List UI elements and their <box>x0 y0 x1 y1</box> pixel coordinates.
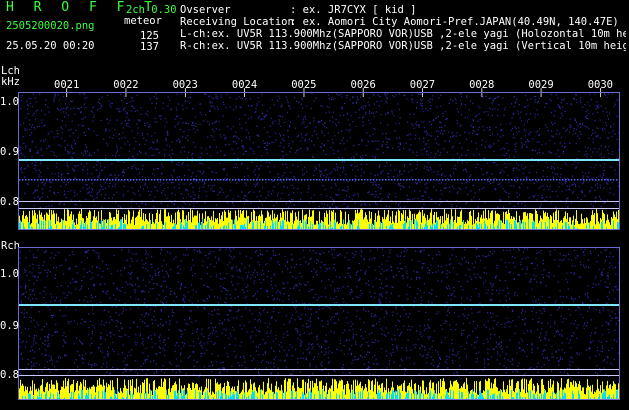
reference-line <box>19 208 619 209</box>
rch-info: R-ch:ex. UV5R 113.900Mhz(SAPPORO VOR)USB… <box>180 40 626 52</box>
noise-speckle <box>19 248 619 378</box>
filename-label: 2505200020.png <box>6 20 95 32</box>
observer-value: : ex. JR7CYX [ kid ] <box>290 4 417 16</box>
rch-spectrogram <box>18 247 620 400</box>
lch-y-tick: 0.8 <box>0 196 19 208</box>
lch-unit: kHz <box>1 76 20 88</box>
carrier-line <box>19 159 619 161</box>
lch-spectrogram <box>18 92 620 230</box>
lch-spectrogram-canvas <box>19 93 619 229</box>
lch-y-tick: 0.9 <box>0 146 19 158</box>
reference-line <box>19 369 619 370</box>
noise-speckle <box>19 93 619 209</box>
rch-y-tick: 0.9 <box>0 320 19 332</box>
meteor-count-rch: 137 <box>140 41 159 53</box>
reference-line <box>19 201 619 202</box>
meteor-label: meteor <box>124 15 162 27</box>
lch-y-tick: 1.0 <box>0 96 19 108</box>
observer-label: Ovserver <box>180 4 231 16</box>
rch-label: Rch <box>1 240 20 252</box>
rch-y-tick: 1.0 <box>0 268 19 280</box>
location-value: : ex. Aomori City Aomori-Pref.JAPAN(40.4… <box>290 16 619 28</box>
lch-info: L-ch:ex. UV5R 113.900Mhz(SAPPORO VOR)USB… <box>180 28 626 40</box>
carrier-line <box>19 304 619 306</box>
location-label: Receiving Location <box>180 16 294 28</box>
rch-spectrogram-canvas <box>19 248 619 399</box>
rch-y-tick: 0.8 <box>0 369 19 381</box>
reference-line <box>19 375 619 376</box>
datetime-label: 25.05.20 00:20 <box>6 40 95 52</box>
